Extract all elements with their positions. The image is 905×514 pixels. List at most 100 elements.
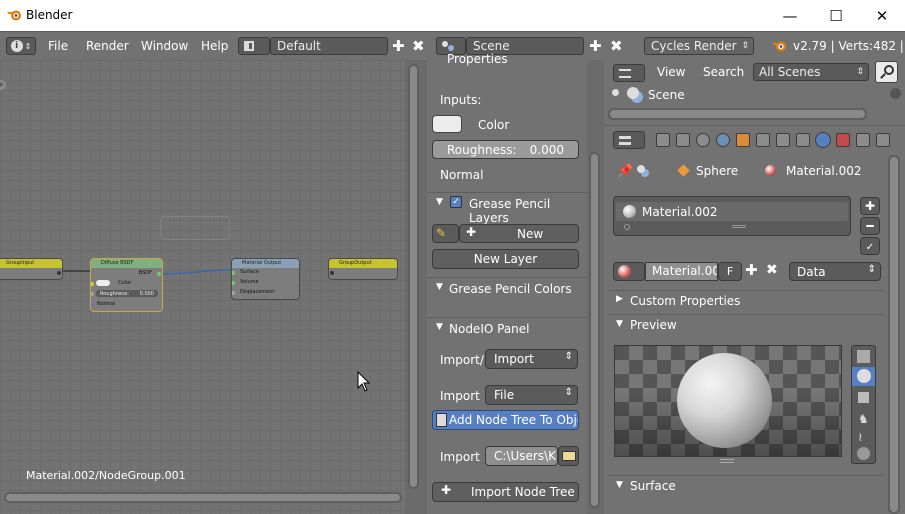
roughness-slider[interactable]: Roughness: 0.000 [96,290,158,297]
outliner-search-button[interactable] [875,61,898,83]
add-scene-icon[interactable]: ✚ [589,37,602,55]
gp-colors-header[interactable]: Grease Pencil Colors [449,282,572,296]
import-type-select[interactable]: File ⇕ [485,385,578,405]
texture-tab-icon[interactable] [836,133,850,147]
add-layout-icon[interactable]: ✚ [392,37,405,55]
node-socket[interactable] [157,272,161,276]
node-editor[interactable]: + GroupInput Diffuse BSDF BSDF Color Rou… [0,60,405,514]
menu-help[interactable]: Help [201,39,228,53]
collapse-down-icon[interactable]: ▼ [436,282,443,292]
material-link-select[interactable]: Data ⇕ [789,262,881,281]
node-socket[interactable] [232,291,235,295]
list-resize-handle-icon[interactable] [732,225,746,228]
render-engine-select[interactable]: Cycles Render ⇕ [644,37,754,55]
node-material-output[interactable]: Material Output Surface Volume Displacem… [231,258,300,300]
properties-vscroll[interactable] [888,155,900,514]
close-button[interactable]: ✕ [859,0,905,31]
node-socket[interactable] [330,271,334,275]
object-tab-icon[interactable] [736,133,750,147]
editor-type-button[interactable]: i ⇕ [6,37,36,55]
preview-cube-icon[interactable] [858,392,869,403]
material-name-field[interactable]: Material.002 [645,262,718,281]
outliner-hscroll[interactable] [608,108,867,120]
sidebar-scroll-track[interactable] [589,152,600,508]
material-slot-list[interactable]: Material.002 [613,196,851,236]
node-socket[interactable] [57,271,61,275]
outliner-search-menu[interactable]: Search [703,65,744,79]
node-diffuse-bsdf[interactable]: Diffuse BSDF BSDF Color Roughness: 0.000… [90,258,163,312]
nodeio-header[interactable]: NodeIO Panel [449,322,530,336]
collapse-down-icon[interactable]: ▼ [616,319,623,329]
new-button[interactable]: ✚ New [459,224,579,243]
node-group-input[interactable]: GroupInput [0,258,63,280]
preview-resize-handle-icon[interactable] [720,459,734,463]
layout-field[interactable]: Default [270,37,388,55]
collapse-right-icon[interactable]: ▶ [616,294,623,304]
add-slot-button[interactable]: ✚ [860,197,880,215]
roughness-field[interactable]: Roughness: 0.000 [432,140,579,159]
gp-layers-header[interactable]: Grease Pencil Layers [469,197,587,225]
scroll-thumb[interactable] [610,110,865,118]
preview-monkey-icon[interactable]: ♞ [858,412,869,426]
physics-tab-icon[interactable] [876,133,890,147]
collapse-down-icon[interactable]: ▼ [436,322,443,332]
surface-header[interactable]: Surface [630,479,676,493]
preview-flat-icon[interactable] [857,350,870,363]
maximize-button[interactable]: ☐ [813,0,859,31]
outliner-restrict-icon[interactable] [890,88,901,99]
node-editor-hscroll[interactable] [4,492,402,503]
scroll-thumb[interactable] [890,157,898,512]
color-input-swatch[interactable] [432,115,462,133]
color-swatch[interactable] [96,280,110,286]
menu-window[interactable]: Window [141,39,188,53]
add-node-tree-toggle[interactable]: Add Node Tree To Object? [432,410,579,430]
remove-slot-button[interactable]: ━ [860,217,880,235]
node-socket[interactable] [91,302,94,306]
node-socket[interactable] [232,271,235,275]
expand-toggle-icon[interactable] [612,89,619,96]
browse-file-button[interactable] [558,446,579,466]
outliner-scene-item[interactable]: Scene [648,88,685,102]
node-socket[interactable] [91,292,94,296]
render-tab-icon[interactable] [656,133,670,147]
import-path-field[interactable]: C:\Users\K... [485,446,558,466]
list-filter-icon[interactable] [624,224,630,230]
properties-panel-header[interactable]: Properties [447,52,508,66]
material-tab-icon[interactable] [815,132,831,148]
remove-scene-icon[interactable]: ✖ [610,37,623,55]
display-mode-select[interactable]: All Scenes ⇕ [753,63,869,81]
collapse-down-icon[interactable]: ▼ [616,480,623,490]
preview-world-icon[interactable] [857,447,870,460]
outliner-view-menu[interactable]: View [657,65,685,79]
preview-hair-icon[interactable]: ≀ [858,430,863,444]
collapse-down-icon[interactable]: ▼ [436,197,443,207]
world-tab-icon[interactable] [716,133,730,147]
preview-header[interactable]: Preview [630,318,677,332]
import-node-tree-button[interactable]: ✚ Import Node Tree [432,482,579,502]
outliner-type-button[interactable] [613,64,645,82]
scroll-thumb[interactable] [410,66,417,487]
material-browse-button[interactable] [613,262,645,281]
remove-layout-icon[interactable]: ✖ [412,37,425,55]
slot-specials-button[interactable]: ✓ [860,237,880,255]
render-layers-tab-icon[interactable] [676,133,690,147]
new-layer-button[interactable]: New Layer [432,249,579,269]
scroll-thumb[interactable] [6,494,400,501]
scene-tab-icon[interactable] [696,133,710,147]
unlink-material-icon[interactable]: ✖ [766,262,778,278]
material-slot-item[interactable]: Material.002 [616,202,848,221]
gp-source-select[interactable]: ✎ [432,224,459,243]
node-socket[interactable] [232,281,235,285]
menu-render[interactable]: Render [86,39,129,53]
minimize-button[interactable]: — [767,0,813,31]
scroll-thumb[interactable] [591,154,598,506]
menu-file[interactable]: File [48,39,68,53]
particles-tab-icon[interactable] [856,133,870,147]
node-socket[interactable] [91,282,94,286]
data-tab-icon[interactable] [796,133,810,147]
import-export-select[interactable]: Import ⇕ [485,349,578,369]
constraints-tab-icon[interactable] [756,133,770,147]
checkbox-checked-icon[interactable]: ✓ [450,196,462,208]
layout-icon-button[interactable] [238,37,270,55]
properties-type-button[interactable] [613,131,645,149]
